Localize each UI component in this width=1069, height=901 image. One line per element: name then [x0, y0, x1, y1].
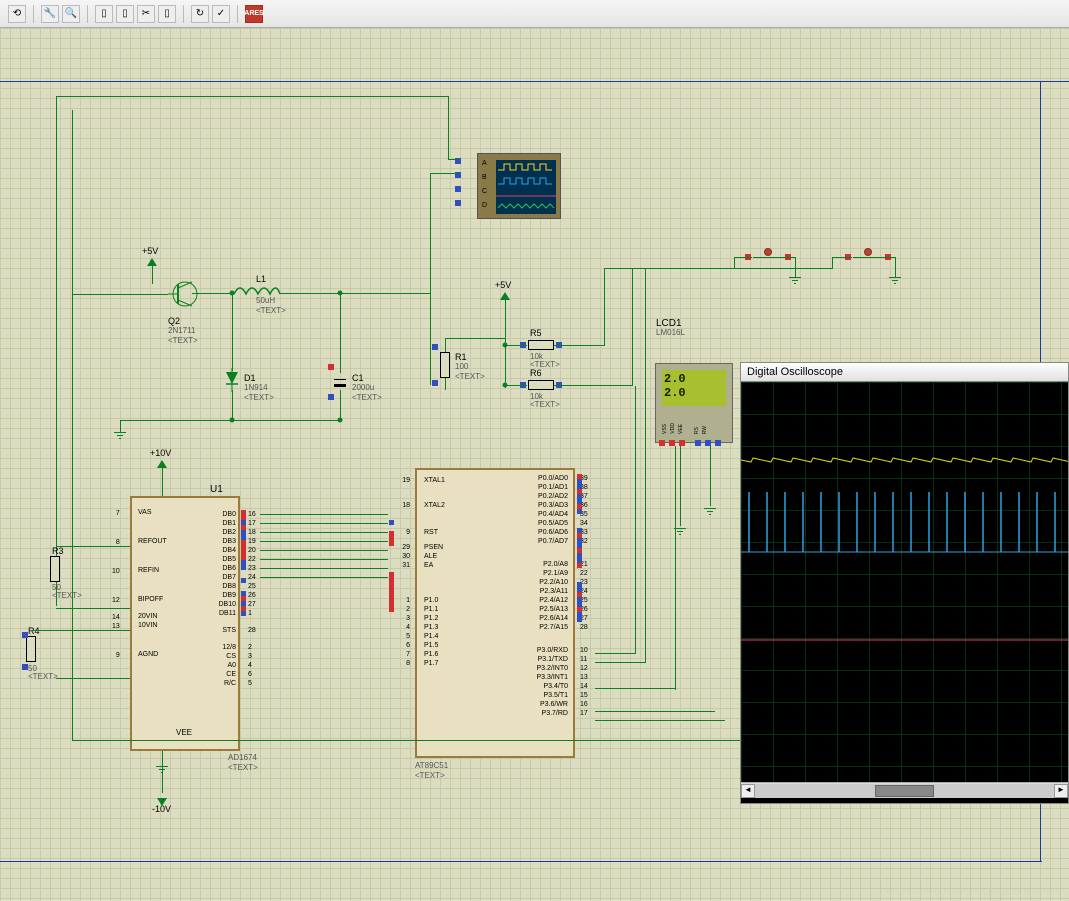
tool-btn-1[interactable]: ⟲	[8, 5, 26, 23]
tool-btn-doc3[interactable]: ▯	[158, 5, 176, 23]
r5-ref: R5	[530, 328, 542, 338]
d1-ref: D1	[244, 373, 256, 383]
scope-pin-d	[455, 200, 461, 206]
l1-ref: L1	[256, 274, 266, 284]
tool-btn-cut[interactable]: ✂	[137, 5, 155, 23]
tool-btn-ares[interactable]: ARES	[245, 5, 263, 23]
u1-right-nums: 161718192022232425262712823465	[248, 510, 256, 688]
d1-text: <TEXT>	[244, 393, 274, 402]
resistor-r5[interactable]	[528, 340, 554, 350]
l1-text: <TEXT>	[256, 306, 286, 315]
scope-port-d: D	[482, 202, 487, 209]
u1-text: <TEXT>	[228, 763, 258, 772]
label-n10v: -10V	[152, 804, 171, 814]
q2-text: <TEXT>	[168, 336, 198, 345]
tool-btn-doc2[interactable]: ▯	[116, 5, 134, 23]
r1-part: 100	[455, 362, 468, 371]
scope-port-b: B	[482, 174, 487, 181]
l1-part: 50uH	[256, 296, 275, 305]
pushbutton-1[interactable]	[753, 250, 783, 264]
u2-text: <TEXT>	[415, 771, 445, 780]
q2-ref: Q2	[168, 316, 180, 326]
lcd-line2: 2.0	[664, 386, 724, 400]
oscilloscope-title: Digital Oscilloscope	[741, 363, 1068, 382]
d1-part: 1N914	[244, 383, 268, 392]
u1-right-names: DB0DB1DB2DB3DB4DB5DB6DB7DB8DB9DB10DB11ST…	[204, 510, 236, 688]
osc-scroll-thumb[interactable]	[875, 785, 935, 797]
tool-btn-check[interactable]: ✓	[212, 5, 230, 23]
c1-part: 2000u	[352, 383, 374, 392]
oscilloscope-window[interactable]: Digital Oscilloscope ◄ ►	[740, 362, 1069, 804]
scope-port-c: C	[482, 188, 487, 195]
sheet-border-top	[0, 81, 1069, 82]
u2-part: AT89C51	[415, 761, 448, 770]
oscilloscope-scrollbar[interactable]: ◄ ►	[741, 782, 1068, 798]
lcd-component[interactable]: 2.0 2.0 VSS VDD VEE RS RW	[655, 363, 733, 443]
scope-port-a: A	[482, 160, 487, 167]
capacitor-c1[interactable]	[334, 374, 346, 390]
u1-ref: U1	[210, 484, 223, 495]
toolbar: ⟲ 🔧 🔍 ▯ ▯ ✂ ▯ ↻ ✓ ARES	[0, 0, 1069, 28]
sheet-border-bottom	[0, 861, 1042, 862]
tool-btn-wrench[interactable]: 🔧	[41, 5, 59, 23]
scope-pin-c	[455, 186, 461, 192]
label-5v-center: +5V	[495, 280, 511, 290]
r4-ref: R4	[28, 626, 40, 636]
schematic-canvas[interactable]: A B C D +5V Q2 2N1711 <TEXT>	[0, 28, 1069, 901]
r3-ref: R3	[52, 546, 64, 556]
lcd-part: LM016L	[656, 328, 685, 337]
osc-scroll-left[interactable]: ◄	[741, 784, 755, 798]
u2-right-names: P0.0/AD0P0.1/AD1P0.2/AD2P0.3/AD3P0.4/AD4…	[520, 474, 568, 718]
r1-ref: R1	[455, 352, 467, 362]
pushbutton-2[interactable]	[853, 250, 883, 264]
u1-vee: VEE	[176, 728, 192, 737]
resistor-r1[interactable]	[440, 352, 450, 378]
lcd-line1: 2.0	[664, 372, 724, 386]
resistor-r4[interactable]	[26, 636, 36, 662]
tool-btn-doc1[interactable]: ▯	[95, 5, 113, 23]
tool-btn-find[interactable]: 🔍	[62, 5, 80, 23]
q2-part: 2N1711	[168, 326, 195, 335]
osc-scroll-right[interactable]: ►	[1054, 784, 1068, 798]
u1-left-pins: VAS REFOUT REFIN BIPOFF 20VIN 10VIN AGND	[138, 508, 167, 659]
u1-part: AD1674	[228, 753, 257, 762]
mini-scope-screen	[496, 160, 556, 214]
c1-ref: C1	[352, 373, 364, 383]
label-10v: +10V	[150, 448, 171, 458]
u2-left-names: XTAL1XTAL2RSTPSENALEEAP1.0P1.1P1.2P1.3P1…	[424, 476, 445, 668]
watermark: https://blog.csdn.net/jingdianjiuchan	[887, 885, 1061, 897]
label-5v-left: +5V	[142, 246, 158, 256]
oscilloscope-screen	[741, 382, 1068, 782]
tool-btn-refresh[interactable]: ↻	[191, 5, 209, 23]
resistor-r3[interactable]	[50, 556, 60, 582]
r6-ref: R6	[530, 368, 542, 378]
c1-text: <TEXT>	[352, 393, 382, 402]
r1-text: <TEXT>	[455, 372, 485, 381]
r6-text: <TEXT>	[530, 400, 560, 409]
resistor-r6[interactable]	[528, 380, 554, 390]
oscilloscope-component[interactable]: A B C D	[477, 153, 561, 219]
diode-d1[interactable]	[224, 368, 240, 392]
